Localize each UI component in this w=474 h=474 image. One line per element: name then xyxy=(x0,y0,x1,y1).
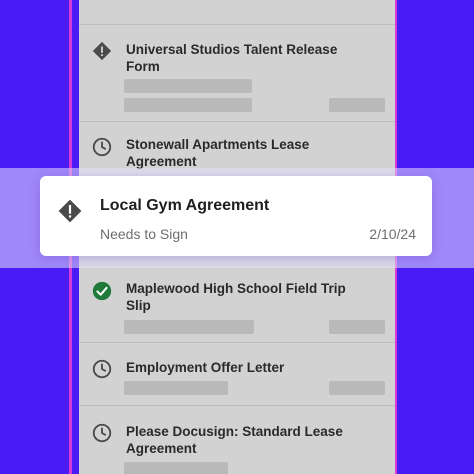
list-item[interactable]: Employment Offer Letter xyxy=(79,343,395,406)
placeholder-bar xyxy=(124,381,228,395)
placeholder-bar xyxy=(329,381,385,395)
placeholder-bar xyxy=(124,320,254,334)
placeholder-bar xyxy=(124,98,252,112)
placeholder-bar xyxy=(329,98,385,112)
agreement-title: Please Docusign: Standard Lease Agreemen… xyxy=(126,424,343,456)
agreement-title: Stonewall Apartments Lease Agreement xyxy=(126,137,310,169)
clock-icon xyxy=(92,137,112,157)
list-item[interactable] xyxy=(79,0,395,25)
placeholder-bar xyxy=(124,462,228,474)
check-circle-icon xyxy=(92,281,112,301)
clock-icon xyxy=(92,423,112,443)
placeholder-bar xyxy=(329,320,385,334)
card-status: Needs to Sign xyxy=(100,226,188,242)
list-item[interactable]: Maplewood High School Field Trip Slip xyxy=(79,266,395,343)
agreement-title: Universal Studios Talent Release Form xyxy=(126,42,338,74)
list-item[interactable]: Universal Studios Talent Release Form xyxy=(79,25,395,122)
agreement-title: Maplewood High School Field Trip Slip xyxy=(126,281,346,313)
clock-icon xyxy=(92,359,112,379)
agreement-title: Employment Offer Letter xyxy=(126,360,285,375)
list-item[interactable]: Please Docusign: Standard Lease Agreemen… xyxy=(79,406,395,474)
warning-icon xyxy=(92,41,112,61)
warning-icon xyxy=(58,199,82,223)
card-date: 2/10/24 xyxy=(369,226,416,242)
highlighted-agreement-card[interactable]: Local Gym Agreement Needs to Sign 2/10/2… xyxy=(40,176,432,256)
card-title: Local Gym Agreement xyxy=(100,197,270,214)
placeholder-bar xyxy=(124,79,252,93)
